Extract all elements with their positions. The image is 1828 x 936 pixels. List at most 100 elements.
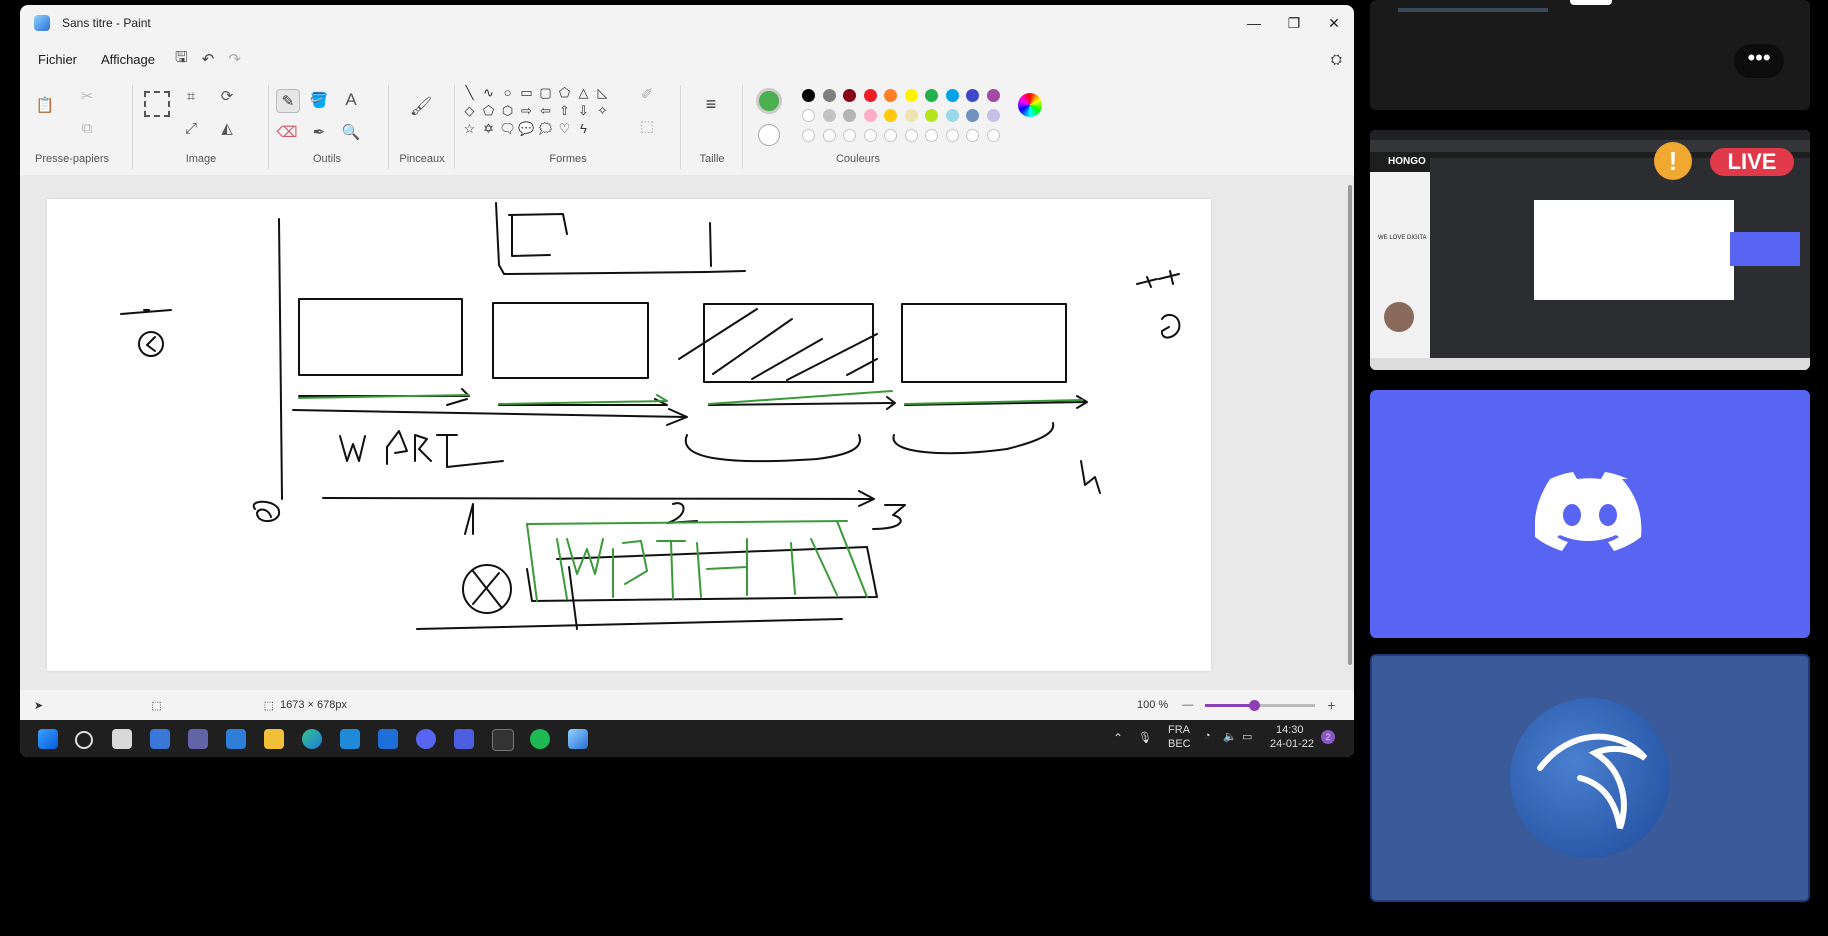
- primary-color[interactable]: [756, 88, 782, 114]
- search-icon[interactable]: [75, 731, 93, 749]
- oval-shape-icon[interactable]: ○: [498, 85, 517, 101]
- color-swatch[interactable]: [822, 109, 836, 122]
- app-icon[interactable]: [454, 729, 474, 749]
- color-swatch[interactable]: [925, 89, 938, 102]
- kali-tile[interactable]: [1370, 654, 1810, 902]
- resize-icon[interactable]: ⤢: [180, 117, 202, 139]
- right-arrow-shape-icon[interactable]: ⇨: [517, 103, 536, 119]
- color-swatch[interactable]: [863, 89, 877, 102]
- color-swatch[interactable]: [986, 129, 1000, 142]
- color-swatch[interactable]: [925, 129, 938, 142]
- star5-shape-icon[interactable]: ☆: [460, 121, 479, 137]
- magnifier-icon[interactable]: 🔍: [340, 121, 362, 143]
- down-arrow-shape-icon[interactable]: ⇩: [574, 103, 593, 119]
- fill-icon[interactable]: 🪣: [308, 89, 330, 111]
- drawing-canvas[interactable]: [47, 199, 1211, 671]
- menu-view[interactable]: Affichage: [95, 48, 161, 71]
- explorer-icon[interactable]: [264, 729, 284, 749]
- star4-shape-icon[interactable]: ✧: [593, 103, 612, 119]
- paint-taskbar-icon[interactable]: [568, 729, 588, 749]
- text-icon[interactable]: A: [340, 89, 362, 111]
- triangle-shape-icon[interactable]: △: [574, 85, 593, 101]
- language-bottom[interactable]: BEC: [1168, 738, 1191, 750]
- copy-icon[interactable]: ⧉: [76, 117, 98, 139]
- color-swatch[interactable]: [904, 109, 918, 122]
- color-swatch[interactable]: [904, 129, 918, 142]
- rounded-rect-shape-icon[interactable]: ▢: [536, 85, 555, 101]
- terminal-icon[interactable]: [492, 729, 514, 751]
- clock-date[interactable]: 24-01-22: [1270, 738, 1314, 750]
- cut-icon[interactable]: ✂: [76, 85, 98, 107]
- teams-icon[interactable]: [188, 729, 208, 749]
- share-icon[interactable]: ⛭: [1331, 51, 1342, 68]
- hexagon-shape-icon[interactable]: ⬡: [498, 103, 517, 119]
- task-view-icon[interactable]: [112, 729, 132, 749]
- color-swatch[interactable]: [925, 109, 938, 122]
- microphone-icon[interactable]: 🎙: [1138, 731, 1152, 744]
- right-triangle-shape-icon[interactable]: ◺: [593, 85, 612, 101]
- shape-fill-icon[interactable]: ⬚: [636, 115, 658, 137]
- edit-colors-icon[interactable]: [1018, 93, 1042, 117]
- color-swatch[interactable]: [802, 129, 815, 142]
- language-top[interactable]: FRA: [1168, 724, 1190, 736]
- stream-preview-panel[interactable]: HONGO WE LOVE DIGITA ! LIVE: [1370, 130, 1810, 370]
- alert-icon[interactable]: !: [1654, 142, 1692, 180]
- color-picker-icon[interactable]: ✒: [308, 121, 330, 143]
- eraser-icon[interactable]: ⌫: [276, 121, 298, 143]
- color-swatch[interactable]: [904, 89, 918, 102]
- rotate-icon[interactable]: ⟳: [216, 85, 238, 107]
- rectangle-shape-icon[interactable]: ▭: [517, 85, 536, 101]
- store-icon[interactable]: [378, 729, 398, 749]
- mail-icon[interactable]: [226, 729, 246, 749]
- color-swatch[interactable]: [884, 109, 897, 122]
- color-swatch[interactable]: [945, 129, 959, 142]
- select-icon[interactable]: [144, 91, 170, 117]
- undo-icon[interactable]: ↶: [202, 50, 215, 68]
- close-button[interactable]: ✕: [1314, 5, 1354, 41]
- brush-icon[interactable]: 🖌: [410, 95, 433, 117]
- color-swatch[interactable]: [822, 129, 836, 142]
- line-shape-icon[interactable]: ╲: [460, 85, 479, 101]
- shapes-gallery[interactable]: ╲ ∿ ○ ▭ ▢ ⬠ △ ◺ ◇ ⬠ ⬡ ⇨ ⇦ ⇧ ⇩ ✧ ☆ ✡ 🗨 💬 🗯 ♡ ϟ: [460, 85, 610, 137]
- minimize-button[interactable]: —: [1234, 5, 1274, 41]
- volume-icon[interactable]: 🔈: [1223, 730, 1237, 743]
- chevron-up-icon[interactable]: ⌃: [1113, 731, 1123, 745]
- color-swatch[interactable]: [802, 109, 815, 122]
- flip-icon[interactable]: ◭: [216, 117, 238, 139]
- start-icon[interactable]: [38, 729, 58, 749]
- notification-badge[interactable]: 2: [1321, 730, 1335, 744]
- color-swatch[interactable]: [863, 129, 877, 142]
- pentagon-shape-icon[interactable]: ⬠: [479, 103, 498, 119]
- color-swatch[interactable]: [843, 109, 856, 122]
- discord-icon[interactable]: [416, 729, 436, 749]
- edge-icon[interactable]: [302, 729, 322, 749]
- vertical-scrollbar[interactable]: [1348, 185, 1352, 665]
- color-swatch[interactable]: [966, 109, 979, 122]
- menu-file[interactable]: Fichier: [32, 48, 83, 71]
- color-swatch[interactable]: [986, 89, 1000, 102]
- clock-time[interactable]: 14:30: [1276, 724, 1304, 736]
- outline-icon[interactable]: ✐: [636, 83, 658, 105]
- color-swatch[interactable]: [966, 89, 979, 102]
- widgets-icon[interactable]: [150, 729, 170, 749]
- heart-shape-icon[interactable]: ♡: [555, 121, 574, 137]
- pencil-icon[interactable]: ✎: [276, 89, 300, 113]
- secondary-color[interactable]: [758, 124, 780, 146]
- restore-button[interactable]: ❐: [1274, 5, 1314, 41]
- up-arrow-shape-icon[interactable]: ⇧: [555, 103, 574, 119]
- zoom-out-icon[interactable]: —: [1182, 699, 1193, 711]
- color-swatch[interactable]: [986, 109, 1000, 122]
- left-arrow-shape-icon[interactable]: ⇦: [536, 103, 555, 119]
- size-icon[interactable]: ≡: [700, 93, 722, 115]
- vscode-icon[interactable]: [340, 729, 360, 749]
- zoom-in-icon[interactable]: +: [1327, 697, 1335, 713]
- star6-shape-icon[interactable]: ✡: [479, 121, 498, 137]
- zoom-slider[interactable]: [1205, 699, 1316, 711]
- diamond-shape-icon[interactable]: ◇: [460, 103, 479, 119]
- color-swatch[interactable]: [945, 109, 959, 122]
- callout-oval-shape-icon[interactable]: 💬: [517, 121, 536, 137]
- color-swatch[interactable]: [945, 89, 959, 102]
- discord-tile[interactable]: [1370, 390, 1810, 638]
- lightning-shape-icon[interactable]: ϟ: [574, 121, 593, 137]
- callout-rect-shape-icon[interactable]: 🗨: [498, 121, 517, 137]
